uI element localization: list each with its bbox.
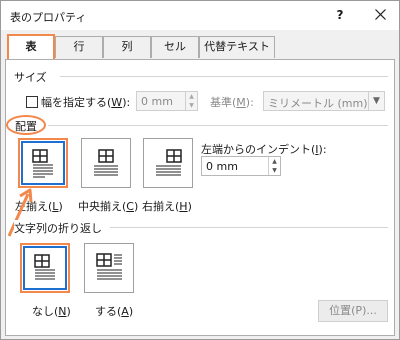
- size-divider: [60, 76, 388, 77]
- align-right-label: 右揃え(H): [142, 200, 192, 213]
- close-icon: [374, 9, 386, 20]
- help-button[interactable]: ?: [325, 3, 355, 27]
- tab-panel: サイズ 幅を指定する(W): 0 mm ▲ ▼ 基準(M): ミリメートル (mm…: [5, 59, 395, 336]
- tab-row[interactable]: 行: [55, 36, 103, 58]
- basis-label: 基準(M):: [210, 96, 254, 109]
- wrap-none-label: なし(N): [32, 305, 71, 318]
- position-button[interactable]: 位置(P)...: [318, 300, 388, 322]
- align-right-option[interactable]: [143, 138, 193, 188]
- align-center-icon: [94, 149, 118, 176]
- wrap-around-option[interactable]: [84, 243, 134, 293]
- wrap-none-icon: [34, 254, 55, 280]
- basis-dropdown[interactable]: ミリメートル (mm) ▼: [263, 91, 385, 111]
- size-group-label: サイズ: [14, 69, 51, 85]
- align-left-option[interactable]: [18, 138, 68, 188]
- wrap-around-label: する(A): [95, 305, 134, 318]
- indent-spinner-arrows[interactable]: ▲ ▼: [268, 157, 280, 175]
- align-center-option[interactable]: [81, 138, 131, 188]
- align-center-label: 中央揃え(C): [78, 200, 139, 213]
- tab-column[interactable]: 列: [103, 36, 151, 58]
- tab-table[interactable]: 表: [7, 34, 55, 59]
- width-checkbox[interactable]: [26, 96, 38, 108]
- wrap-group-label: 文字列の折り返し: [14, 220, 106, 236]
- tab-alt-text[interactable]: 代替テキスト: [199, 36, 275, 58]
- align-group-label: 配置: [15, 120, 37, 133]
- width-spinner[interactable]: 0 mm ▲ ▼: [136, 91, 198, 111]
- close-button[interactable]: [365, 3, 395, 27]
- dialog-title: 表のプロパティ: [10, 11, 87, 24]
- wrap-none-option[interactable]: [20, 243, 70, 293]
- align-divider: [48, 125, 388, 126]
- wrap-divider: [110, 227, 388, 228]
- tab-cell[interactable]: セル: [151, 36, 199, 58]
- align-right-icon: [156, 149, 182, 176]
- title-bar: 表のプロパティ ?: [1, 1, 399, 30]
- width-spinner-arrows[interactable]: ▲ ▼: [185, 92, 197, 110]
- indent-spinner[interactable]: 0 mm ▲ ▼: [201, 156, 281, 176]
- indent-label: 左端からのインデント(I):: [201, 143, 327, 156]
- align-left-icon: [32, 149, 53, 178]
- table-properties-dialog: 表のプロパティ ? 表 行 列 セル 代替テキスト サイズ 幅を指定する(W):…: [0, 0, 400, 340]
- wrap-around-icon: [96, 253, 122, 280]
- width-checkbox-label: 幅を指定する(W):: [41, 96, 131, 109]
- chevron-down-icon: ▼: [368, 92, 384, 110]
